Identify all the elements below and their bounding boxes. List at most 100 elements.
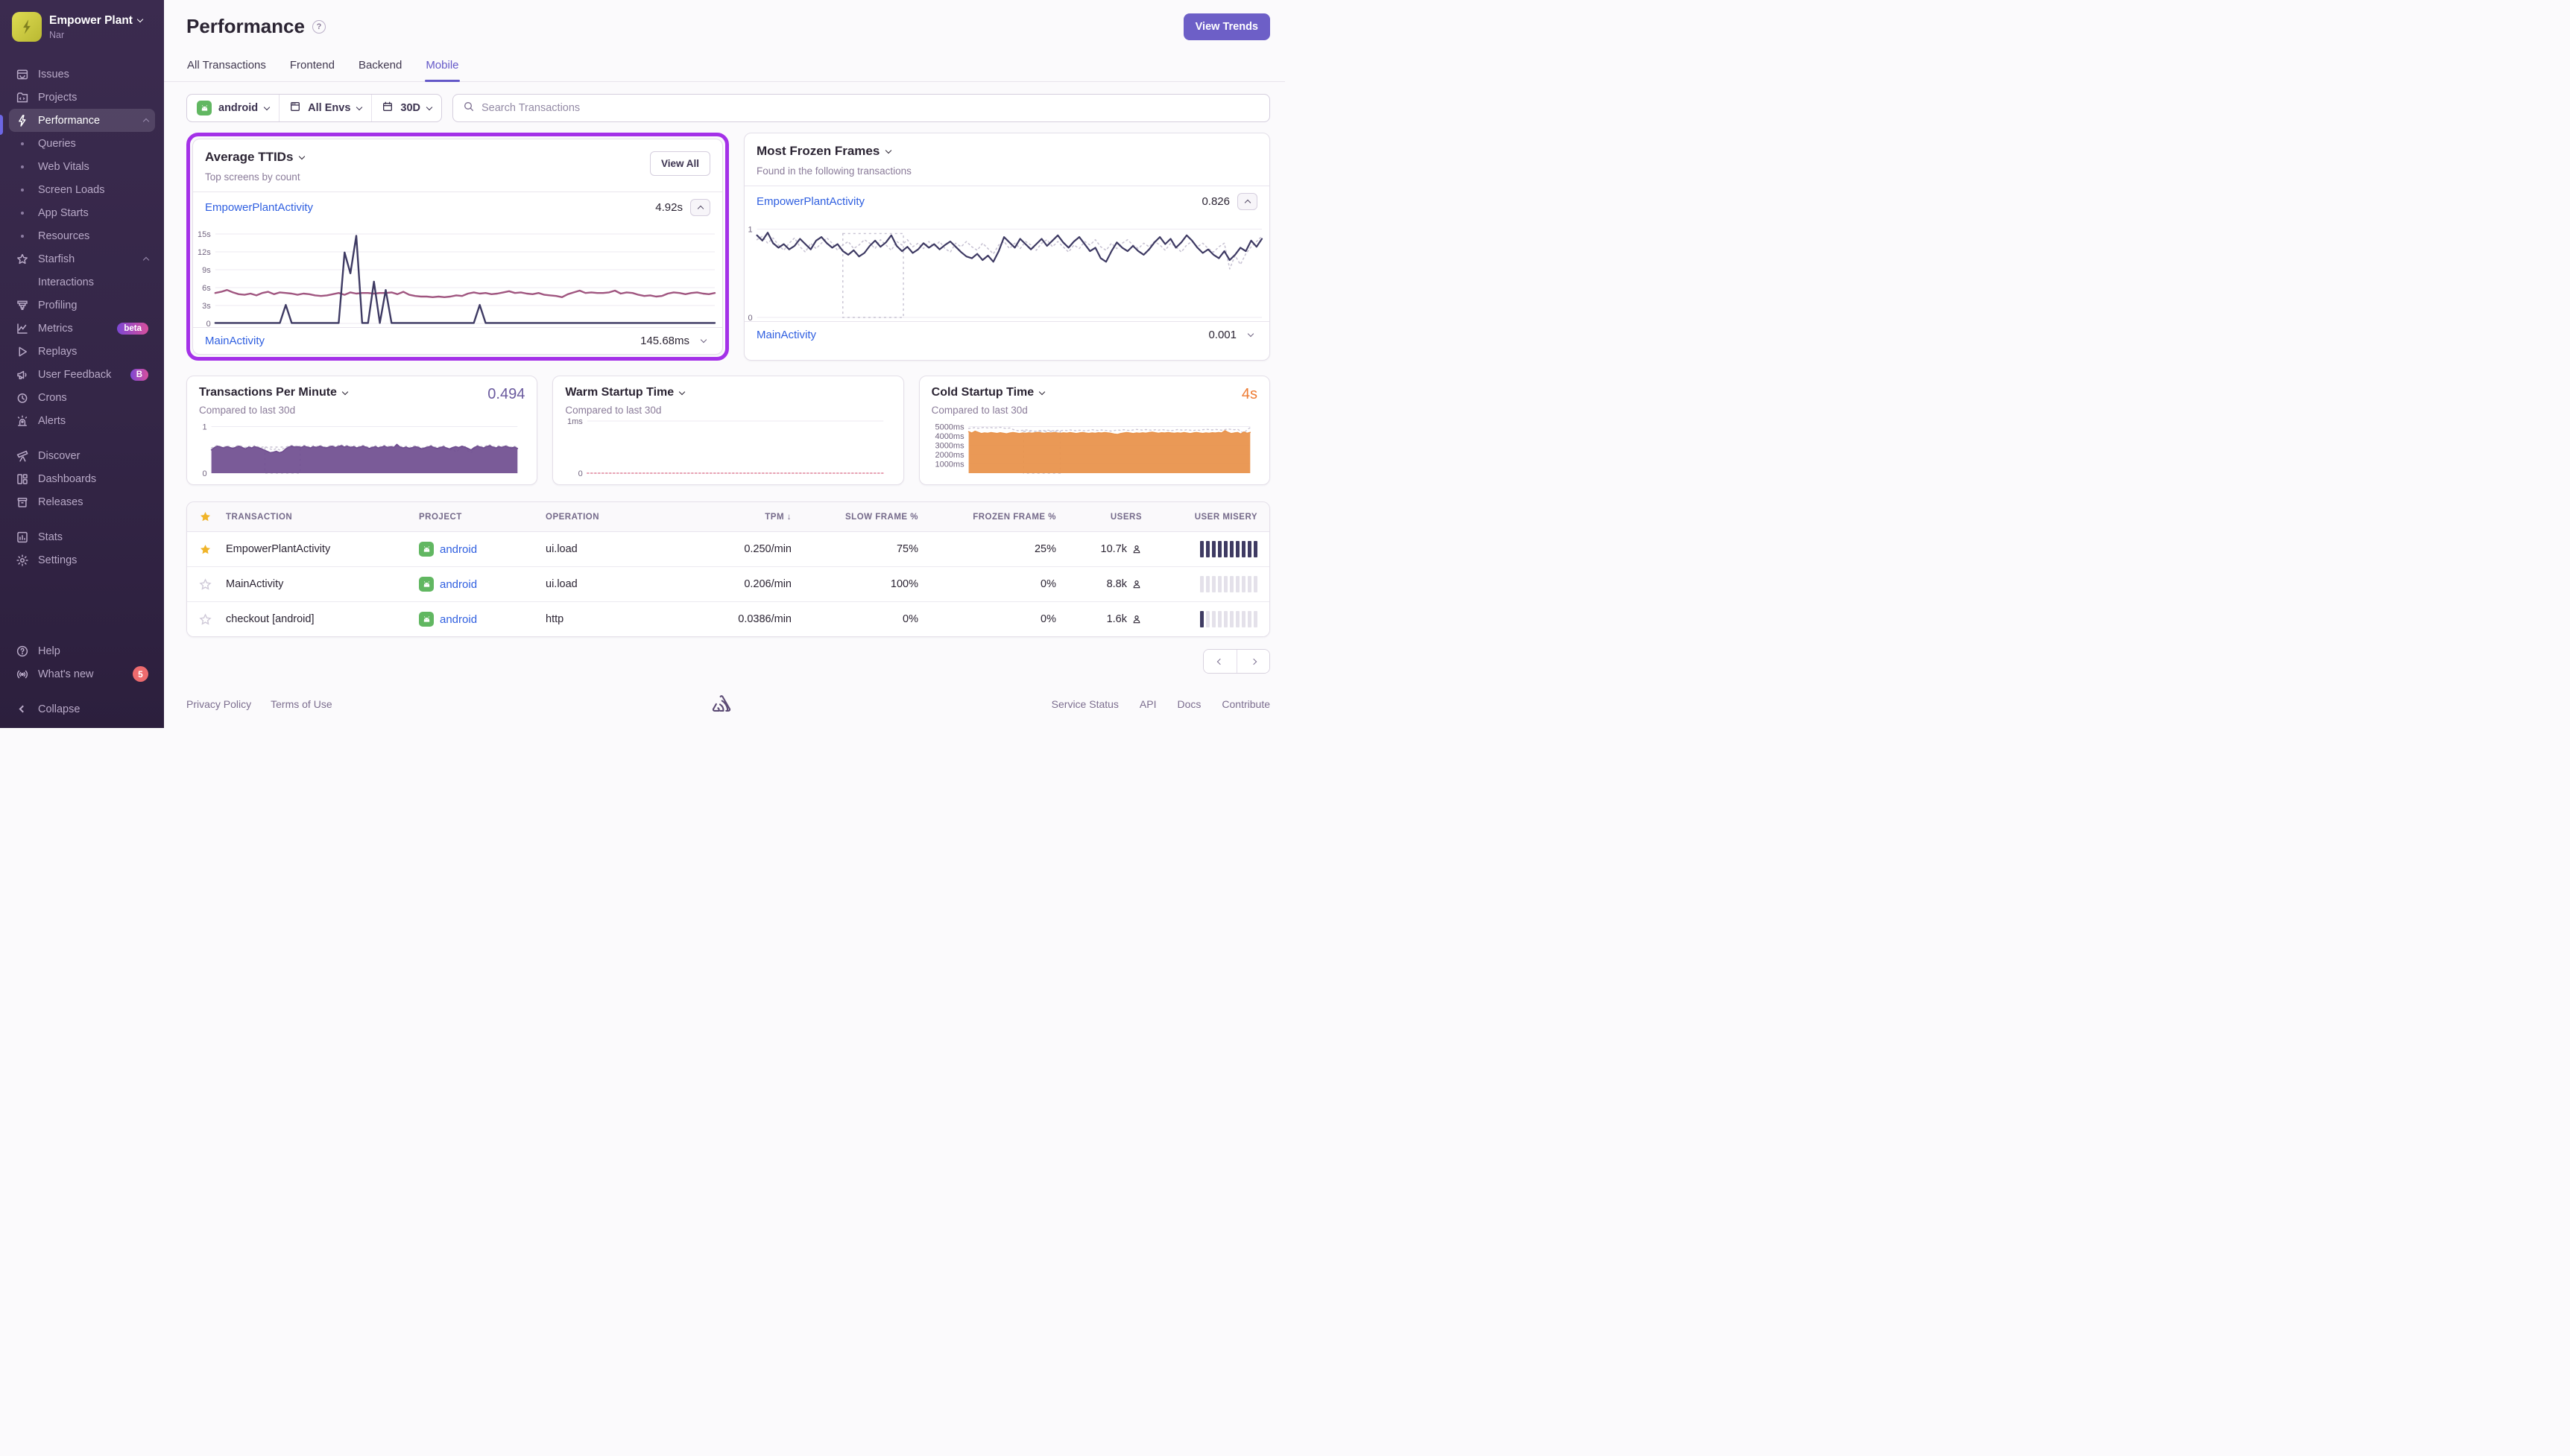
- view-trends-button[interactable]: View Trends: [1183, 13, 1270, 40]
- previous-page-button[interactable]: [1204, 650, 1237, 673]
- transaction-link[interactable]: EmpowerPlantActivity: [226, 543, 419, 555]
- sidebar-item-releases[interactable]: Releases: [9, 490, 155, 513]
- col-tpm[interactable]: TPM ↓: [680, 513, 792, 522]
- sidebar-item-crons[interactable]: Crons: [9, 386, 155, 409]
- tab-frontend[interactable]: Frontend: [289, 56, 335, 81]
- transaction-link[interactable]: EmpowerPlantActivity: [757, 195, 865, 208]
- sentry-logo-icon: [710, 694, 733, 718]
- tab-backend[interactable]: Backend: [358, 56, 402, 81]
- frozen-frames-chart: 10: [748, 225, 1263, 321]
- warm-title-dropdown[interactable]: Warm Startup Time: [565, 386, 891, 399]
- project-link[interactable]: android: [440, 613, 477, 626]
- col-frozen-frame[interactable]: FROZEN FRAME %: [918, 513, 1056, 522]
- sidebar-item-metrics[interactable]: Metrics beta: [9, 317, 155, 340]
- service-status-link[interactable]: Service Status: [1052, 698, 1119, 710]
- svg-text:0: 0: [748, 314, 752, 321]
- sidebar-item-app-starts[interactable]: App Starts: [9, 201, 155, 224]
- org-name: Empower Plant: [49, 13, 133, 27]
- sidebar-item-settings[interactable]: Settings: [9, 548, 155, 572]
- sidebar-item-screen-loads[interactable]: Screen Loads: [9, 178, 155, 201]
- tab-all-transactions[interactable]: All Transactions: [186, 56, 267, 81]
- app-root: Empower Plant Nar Issues Projects Perfor…: [0, 0, 1285, 728]
- sidebar-item-queries[interactable]: Queries: [9, 132, 155, 155]
- tpm-cell: 0.250/min: [744, 543, 792, 555]
- sidebar-item-web-vitals[interactable]: Web Vitals: [9, 155, 155, 178]
- docs-link[interactable]: Docs: [1178, 698, 1202, 710]
- sidebar-item-resources[interactable]: Resources: [9, 224, 155, 247]
- collapse-series-button[interactable]: [690, 199, 710, 216]
- users-count: 10.7k: [1100, 543, 1127, 555]
- star-toggle[interactable]: [199, 543, 226, 556]
- transactions-table: TRANSACTION PROJECT OPERATION TPM ↓ SLOW…: [186, 501, 1270, 637]
- sidebar-collapse-button[interactable]: Collapse: [9, 697, 155, 721]
- terms-of-use-link[interactable]: Terms of Use: [271, 698, 332, 710]
- sidebar-item-stats[interactable]: Stats: [9, 525, 155, 548]
- sidebar-item-dashboards[interactable]: Dashboards: [9, 467, 155, 490]
- sidebar-item-replays[interactable]: Replays B: [9, 340, 155, 363]
- transaction-link[interactable]: MainActivity: [205, 335, 265, 347]
- search-input[interactable]: [482, 102, 1260, 114]
- view-all-button[interactable]: View All: [649, 151, 710, 176]
- sidebar-item-performance[interactable]: Performance: [9, 109, 155, 132]
- chevron-down-icon: [263, 104, 271, 110]
- ttids-top-row: EmpowerPlantActivity 4.92s: [193, 192, 722, 223]
- col-users[interactable]: USERS: [1056, 513, 1142, 522]
- sidebar-item-alerts[interactable]: Alerts: [9, 409, 155, 432]
- star-toggle[interactable]: [199, 613, 226, 626]
- star-toggle[interactable]: [199, 577, 226, 591]
- api-link[interactable]: API: [1140, 698, 1157, 710]
- sidebar-item-whats-new[interactable]: What's new 5: [9, 662, 155, 686]
- frozen-frame-cell: 25%: [1034, 543, 1056, 555]
- frozen-title-dropdown[interactable]: Most Frozen Frames: [757, 144, 1257, 159]
- slow-frame-cell: 100%: [890, 578, 918, 590]
- help-tooltip-icon[interactable]: ?: [312, 19, 326, 34]
- date-range-filter[interactable]: 30D: [371, 95, 441, 121]
- bullet-icon: [16, 183, 29, 197]
- slow-frame-cell: 0%: [903, 613, 918, 625]
- profiling-icon: [16, 299, 29, 312]
- sidebar-item-issues[interactable]: Issues: [9, 63, 155, 86]
- org-switcher[interactable]: Empower Plant Nar: [9, 10, 155, 43]
- contribute-link[interactable]: Contribute: [1222, 698, 1270, 710]
- col-user-misery[interactable]: USER MISERY: [1142, 513, 1257, 522]
- tpm-title-dropdown[interactable]: Transactions Per Minute: [199, 386, 525, 399]
- sidebar-item-user-feedback[interactable]: User Feedback B: [9, 363, 155, 386]
- privacy-policy-link[interactable]: Privacy Policy: [186, 698, 251, 710]
- tab-mobile[interactable]: Mobile: [425, 56, 460, 82]
- chevron-down-icon: [299, 153, 306, 159]
- play-icon: [16, 345, 29, 358]
- expand-series-button[interactable]: [697, 336, 710, 344]
- chevron-down-icon: [1038, 388, 1046, 395]
- sidebar-item-help[interactable]: Help: [9, 639, 155, 662]
- sidebar-item-profiling[interactable]: Profiling: [9, 294, 155, 317]
- transaction-link[interactable]: EmpowerPlantActivity: [205, 201, 313, 214]
- ttids-title-dropdown[interactable]: Average TTIDs: [205, 150, 710, 165]
- most-frozen-frames-panel: Most Frozen Frames Found in the followin…: [744, 133, 1270, 361]
- col-operation[interactable]: OPERATION: [546, 513, 680, 522]
- next-page-button[interactable]: [1237, 650, 1269, 673]
- sidebar-item-interactions[interactable]: Interactions: [9, 270, 155, 294]
- star-column-header[interactable]: [199, 510, 226, 523]
- sidebar-item-starfish[interactable]: Starfish: [9, 247, 155, 270]
- col-project[interactable]: PROJECT: [419, 513, 546, 522]
- project-filter[interactable]: android: [187, 95, 279, 121]
- svg-text:5000ms: 5000ms: [935, 423, 964, 432]
- expand-series-button[interactable]: [1244, 330, 1257, 338]
- project-link[interactable]: android: [440, 543, 477, 556]
- average-ttids-panel: Average TTIDs Top screens by count View …: [192, 139, 723, 355]
- transaction-link[interactable]: MainActivity: [757, 329, 816, 341]
- col-transaction[interactable]: TRANSACTION: [226, 513, 419, 522]
- project-link[interactable]: android: [440, 578, 477, 591]
- frozen-bottom-value: 0.001: [1208, 329, 1237, 341]
- sidebar-item-discover[interactable]: Discover: [9, 444, 155, 467]
- transaction-link[interactable]: checkout [android]: [226, 613, 419, 625]
- transaction-link[interactable]: MainActivity: [226, 578, 419, 590]
- col-slow-frame[interactable]: SLOW FRAME %: [792, 513, 918, 522]
- bullet-icon: [16, 160, 29, 174]
- siren-icon: [16, 414, 29, 428]
- chevron-down-icon: [136, 16, 144, 23]
- collapse-series-button[interactable]: [1237, 193, 1257, 210]
- environment-filter[interactable]: All Envs: [279, 95, 371, 121]
- sidebar-item-projects[interactable]: Projects: [9, 86, 155, 109]
- cold-title-dropdown[interactable]: Cold Startup Time: [932, 386, 1257, 399]
